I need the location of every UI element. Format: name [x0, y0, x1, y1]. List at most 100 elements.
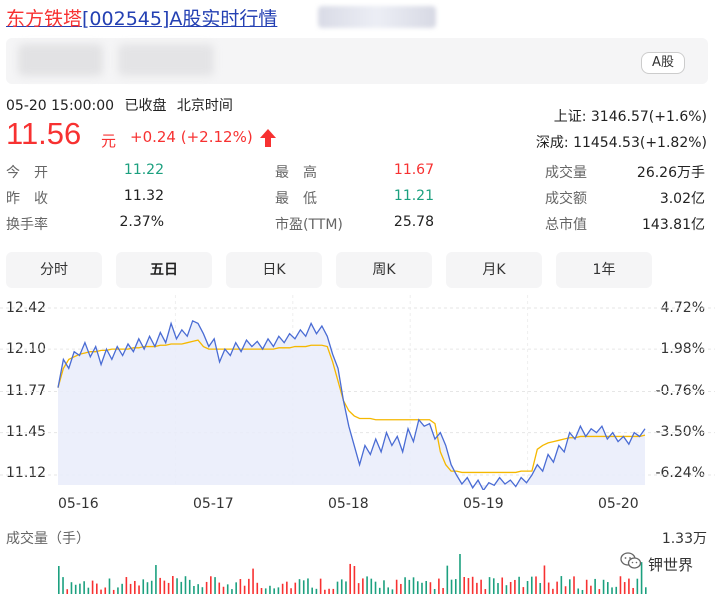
change-amount: +0.24	[130, 128, 176, 146]
price-chart[interactable]	[0, 290, 715, 490]
volume-bar	[328, 588, 330, 594]
x-tick-label: 05-17	[193, 496, 234, 512]
volume-bar	[412, 577, 415, 594]
volume-bar	[155, 565, 157, 594]
volume-bar	[150, 580, 153, 594]
volume-bar	[311, 587, 313, 594]
volume-bar	[547, 582, 550, 594]
volume-bar	[108, 578, 111, 594]
volume-bar	[121, 583, 123, 594]
volume-bar	[467, 578, 470, 594]
tab-monthly-k[interactable]: 月K	[446, 252, 542, 288]
watermark-text: 钾世界	[648, 556, 694, 574]
volume-bar	[87, 587, 90, 594]
tab-five-day[interactable]: 五日	[116, 252, 212, 288]
volume-bar	[336, 581, 339, 594]
volume-bar	[442, 588, 444, 594]
volume-bar	[568, 579, 571, 594]
volume-bar	[277, 587, 280, 594]
volume-bar	[138, 585, 140, 594]
volume-bar	[573, 576, 575, 594]
stat-label-pe: 市盈(TTM)	[275, 217, 343, 233]
volume-bar	[91, 580, 94, 594]
volume-bar	[632, 587, 634, 594]
volume-bar	[459, 554, 461, 594]
volume-bar	[362, 578, 364, 594]
volume-bar	[100, 589, 102, 594]
volume-bar	[273, 588, 275, 594]
volume-bar	[104, 587, 107, 594]
volume-bar	[471, 576, 474, 594]
stat-value-high: 11.67	[393, 162, 434, 178]
stat-value-open: 11.22	[123, 162, 164, 178]
tab-one-year[interactable]: 1年	[556, 252, 652, 288]
volume-bar	[345, 581, 347, 594]
volume-bar	[201, 587, 204, 594]
blurred-title-region	[318, 6, 436, 28]
index-value: 11454.53(+1.82%)	[573, 135, 707, 151]
watermark: 钾世界	[620, 552, 693, 575]
tab-daily-k[interactable]: 日K	[226, 252, 322, 288]
volume-bar	[214, 577, 216, 594]
stat-label-high: 最 高	[275, 165, 317, 181]
stat-label-market-cap: 总市值	[545, 217, 587, 233]
volume-bar	[425, 581, 428, 594]
title-link[interactable]: 东方铁塔[002545]A股实时行情	[6, 8, 277, 30]
volume-bar	[79, 583, 81, 594]
index-value: 3146.57(+1.6%)	[590, 109, 707, 125]
volume-bar	[514, 579, 516, 594]
volume-bar	[96, 583, 98, 594]
volume-bar	[357, 583, 360, 594]
volume-bar	[302, 580, 305, 594]
stat-label-amount: 成交额	[545, 191, 587, 207]
page-title[interactable]: 东方铁塔[002545]A股实时行情	[6, 4, 277, 31]
volume-bar	[210, 576, 212, 594]
stat-label-low: 最 低	[275, 191, 317, 207]
title-stock-name: 东方铁塔	[6, 8, 83, 30]
volume-chart[interactable]	[0, 545, 715, 594]
volume-bar	[387, 587, 389, 594]
stat-label-open: 今 开	[6, 165, 48, 181]
volume-bar	[366, 576, 368, 594]
stat-label-volume: 成交量	[545, 165, 587, 181]
volume-bar	[172, 576, 174, 594]
volume-bar	[391, 589, 394, 594]
volume-bar	[197, 584, 199, 594]
stat-value-prev-close: 11.32	[123, 188, 164, 204]
volume-bar	[315, 588, 318, 594]
volume-bar	[319, 578, 322, 594]
volume-bar	[70, 582, 73, 594]
tab-weekly-k[interactable]: 周K	[336, 252, 432, 288]
volume-bar	[58, 566, 60, 594]
volume-bar	[264, 588, 267, 594]
volume-bar	[606, 582, 609, 594]
title-suffix: A股实时行情	[169, 8, 278, 30]
volume-bar	[560, 576, 563, 594]
tab-intraday[interactable]: 分时	[6, 252, 102, 288]
index-name: 上证:	[553, 109, 587, 125]
volume-bar	[260, 588, 263, 594]
volume-bar	[619, 576, 622, 594]
volume-bar	[180, 581, 183, 594]
volume-bar	[193, 586, 195, 594]
volume-bar	[416, 581, 419, 594]
volume-bar	[294, 582, 297, 594]
market-badge[interactable]: A股	[641, 52, 685, 74]
volume-bar	[530, 576, 533, 594]
volume-bar	[476, 582, 478, 594]
volume-bar	[205, 581, 208, 594]
volume-bar	[235, 582, 237, 594]
volume-bar	[383, 580, 385, 594]
volume-bar	[142, 579, 145, 594]
volume-bar	[307, 578, 309, 594]
volume-bar	[463, 577, 466, 594]
volume-bar	[526, 581, 529, 594]
volume-bar	[134, 580, 136, 594]
volume-bar	[252, 568, 254, 594]
volume-bar	[577, 588, 580, 594]
volume-bar	[66, 589, 69, 594]
stat-value-pe: 25.78	[393, 214, 434, 230]
volume-bar	[129, 583, 132, 594]
volume-bar	[231, 589, 233, 594]
volume-bar	[518, 576, 520, 594]
